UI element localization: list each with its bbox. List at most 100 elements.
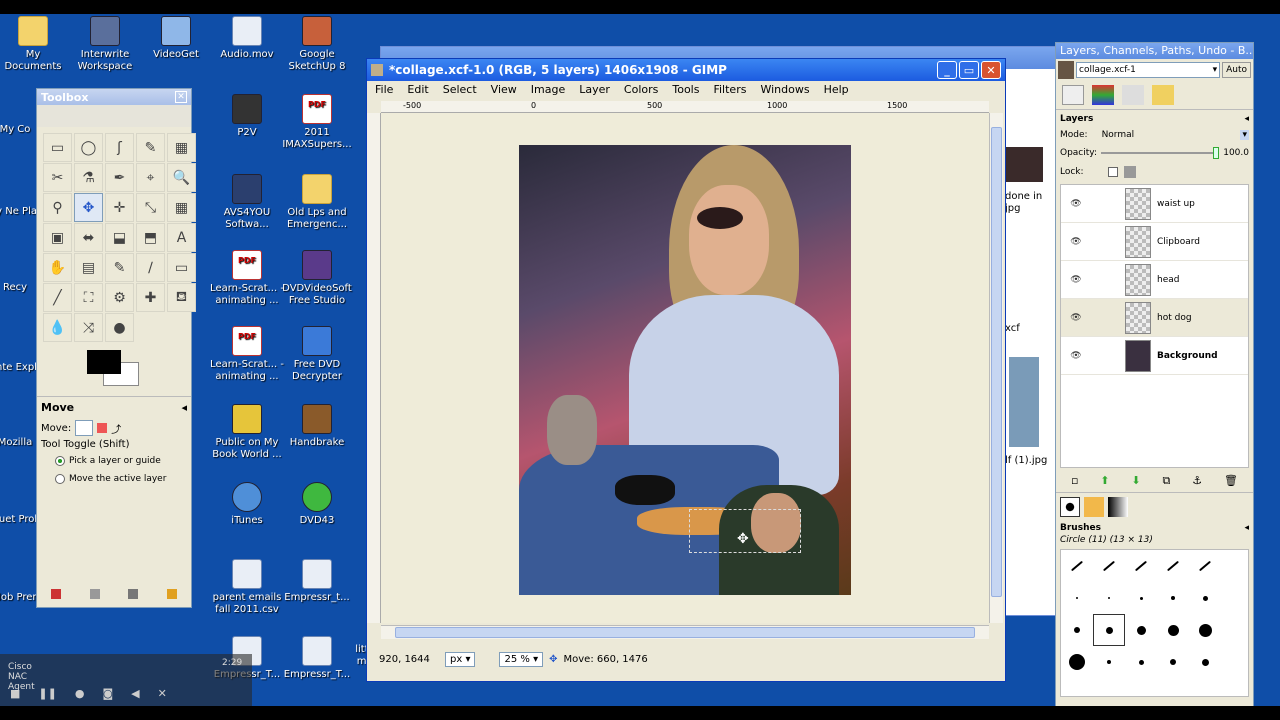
menu-icon[interactable]: ◂ [1244, 114, 1249, 124]
desktop-icon[interactable]: AVS4YOU Softwa... [210, 174, 284, 231]
delete-icon[interactable] [128, 589, 139, 599]
menu-icon[interactable]: ◂ [1244, 523, 1249, 533]
desktop-icon[interactable]: P2V [210, 94, 284, 139]
close-icon[interactable]: ✕ [175, 91, 187, 103]
tool-button[interactable]: ✂ [43, 163, 72, 192]
brush-swatch[interactable] [1093, 550, 1125, 582]
toolbox-titlebar[interactable]: Toolbox ✕ [37, 89, 191, 105]
desktop-icon[interactable]: iTunes [210, 482, 284, 527]
desktop-icon[interactable]: DVD43 [280, 482, 354, 527]
desktop-icon[interactable]: Old Lps and Emergenc... [280, 174, 354, 231]
desktop-icon[interactable]: VideoGet [139, 16, 213, 61]
layer-row[interactable]: 👁 hot dog [1061, 299, 1248, 337]
new-layer-icon[interactable]: ▫ [1071, 474, 1078, 488]
tool-button[interactable]: ✋ [43, 253, 72, 282]
foreground-color-swatch[interactable] [87, 350, 121, 374]
tool-button[interactable]: ⬌ [74, 223, 103, 252]
visibility-eye-icon[interactable]: 👁 [1061, 351, 1091, 361]
tool-button[interactable]: ▣ [43, 223, 72, 252]
gimp-image-window[interactable]: *collage.xcf-1.0 (RGB, 5 layers) 1406x19… [366, 58, 1006, 682]
tool-button[interactable]: ⛾ [167, 283, 196, 312]
speaker-icon[interactable]: ◀ [131, 687, 139, 700]
delete-layer-icon[interactable]: 🗑 [1224, 474, 1238, 488]
zoom-select[interactable]: 25 % ▾ [499, 651, 544, 667]
tab-layers[interactable] [1062, 85, 1084, 105]
layer-name[interactable]: Background [1157, 351, 1218, 361]
desktop-icon[interactable]: Handbrake [280, 404, 354, 449]
tool-button[interactable]: ⚲ [43, 193, 72, 222]
brush-swatch[interactable] [1061, 582, 1093, 614]
horizontal-ruler[interactable]: -500 0 500 1000 1500 [381, 101, 989, 113]
opacity-value[interactable]: 100.0 [1223, 148, 1249, 158]
move-active-radio[interactable]: Move the active layer [55, 474, 187, 484]
tool-button[interactable]: ▦ [167, 193, 196, 222]
tool-button[interactable]: ✥ [74, 193, 103, 222]
visibility-eye-icon[interactable]: 👁 [1061, 313, 1091, 323]
color-area[interactable] [87, 348, 191, 392]
brush-swatch[interactable] [1125, 614, 1157, 646]
layer-name[interactable]: head [1157, 275, 1179, 285]
layer-name[interactable]: waist up [1157, 199, 1195, 209]
desktop-icon[interactable]: Empressr_t... [280, 559, 354, 604]
maximize-button[interactable]: ▭ [959, 61, 979, 79]
menu-item-image[interactable]: Image [531, 83, 565, 96]
pick-layer-radio[interactable]: Pick a layer or guide [55, 456, 187, 466]
tool-button[interactable]: ⤡ [136, 193, 165, 222]
opacity-slider[interactable] [1101, 147, 1220, 159]
desktop-icon[interactable]: Learn-Scrat... - animating ... [210, 326, 284, 383]
tool-button[interactable]: ✒ [105, 163, 134, 192]
tool-button[interactable]: ⌖ [136, 163, 165, 192]
desktop-icon[interactable]: Learn-Scrat... - animating ... [210, 250, 284, 307]
brush-swatch[interactable] [1189, 614, 1221, 646]
menu-item-edit[interactable]: Edit [407, 83, 428, 96]
tool-button[interactable]: ⬒ [136, 223, 165, 252]
tab-paths[interactable] [1122, 85, 1144, 105]
menu-item-colors[interactable]: Colors [624, 83, 658, 96]
move-path-icon[interactable]: ⤴ [111, 421, 121, 436]
desktop-icon[interactable]: Interwrite Workspace [68, 16, 142, 73]
save-icon[interactable] [51, 589, 62, 599]
tool-button[interactable]: ╱ [43, 283, 72, 312]
horizontal-scrollbar[interactable] [381, 625, 989, 639]
tool-button[interactable]: A [167, 223, 196, 252]
menu-icon[interactable]: ◂ [181, 401, 187, 414]
desktop-icon[interactable]: Empressr_T... [280, 636, 354, 681]
menu-item-help[interactable]: Help [824, 83, 849, 96]
tab-brushes[interactable] [1060, 497, 1080, 517]
canvas-area[interactable]: ✥ [381, 113, 989, 623]
layer-row[interactable]: 👁 Background [1061, 337, 1248, 375]
layer-name[interactable]: hot dog [1157, 313, 1192, 323]
visibility-eye-icon[interactable]: 👁 [1061, 199, 1091, 209]
menu-item-tools[interactable]: Tools [672, 83, 699, 96]
tool-button[interactable]: ▦ [167, 133, 196, 162]
lock-alpha-icon[interactable] [1123, 166, 1136, 178]
visibility-eye-icon[interactable]: 👁 [1061, 237, 1091, 247]
vertical-ruler[interactable] [367, 113, 381, 623]
gimp-titlebar[interactable]: *collage.xcf-1.0 (RGB, 5 layers) 1406x19… [367, 59, 1005, 81]
tool-button[interactable]: 💧 [43, 313, 72, 342]
tool-button[interactable]: ▭ [43, 133, 72, 162]
vertical-scrollbar[interactable] [989, 113, 1003, 623]
desktop-icon[interactable]: Audio.mov [210, 16, 284, 61]
wilber-drop-area[interactable] [37, 105, 191, 127]
lock-pixels-checkbox[interactable] [1107, 167, 1118, 177]
brush-swatch[interactable] [1093, 582, 1125, 614]
tab-gradients[interactable] [1108, 497, 1128, 517]
menu-item-filters[interactable]: Filters [713, 83, 746, 96]
auto-button[interactable]: Auto [1222, 62, 1251, 78]
tab-patterns[interactable] [1084, 497, 1104, 517]
move-selection-icon[interactable] [97, 423, 108, 433]
menu-item-file[interactable]: File [375, 83, 393, 96]
mode-select[interactable]: Normal ▾ [1094, 130, 1249, 140]
restore-icon[interactable] [89, 589, 100, 599]
tool-button[interactable]: ⚙ [105, 283, 134, 312]
scroll-thumb[interactable] [991, 127, 1002, 597]
camera-icon[interactable]: ◙ [102, 687, 113, 700]
brush-swatch[interactable] [1157, 614, 1189, 646]
tool-button[interactable]: ▭ [167, 253, 196, 282]
menu-item-view[interactable]: View [491, 83, 517, 96]
image-canvas[interactable]: ✥ [519, 145, 851, 595]
brush-swatch[interactable] [1125, 550, 1157, 582]
desktop-icon[interactable]: Public on My Book World ... [210, 404, 284, 461]
desktop-icon[interactable]: Free DVD Decrypter [280, 326, 354, 383]
